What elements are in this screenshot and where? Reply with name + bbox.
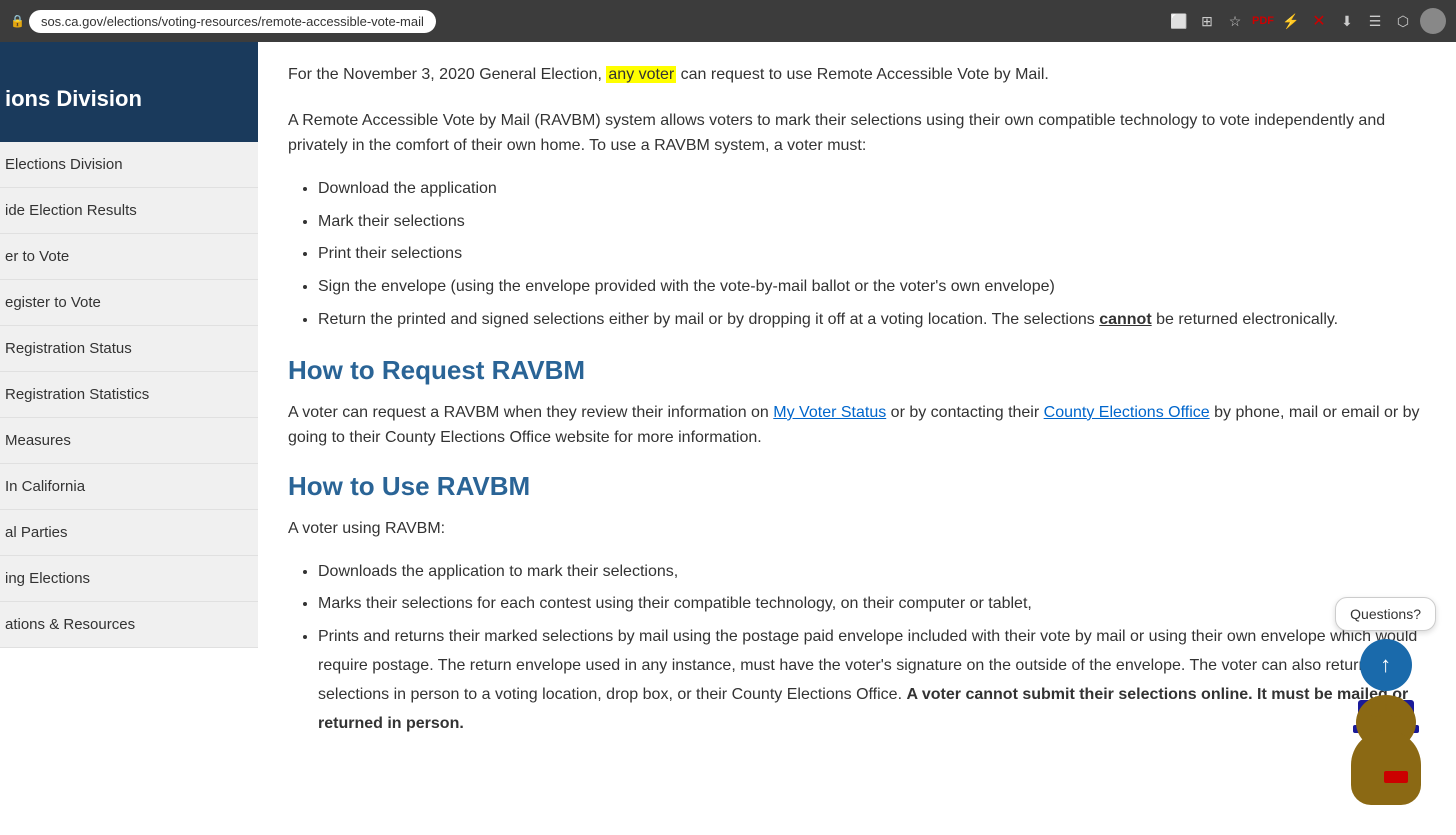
sidebar-header: ions Division — [0, 42, 258, 142]
bear-ear-right — [1386, 697, 1406, 717]
lock-icon: 🔒 — [10, 14, 25, 28]
x-icon[interactable]: ✕ — [1308, 10, 1330, 32]
sidebar-link-register-to-vote2[interactable]: egister to Vote — [0, 280, 258, 325]
chatbot-area: ↑ — [1341, 639, 1431, 805]
sidebar-item-register-to-vote2[interactable]: egister to Vote — [0, 280, 258, 326]
request-text-middle: or by contacting their — [886, 404, 1043, 421]
bullet-item-5: Return the printed and signed selections… — [318, 306, 1426, 335]
sidebar-link-measures[interactable]: Measures — [0, 418, 258, 463]
download-icon[interactable]: ⬇ — [1336, 10, 1358, 32]
sidebar-item-registration-statistics[interactable]: Registration Statistics — [0, 372, 258, 418]
highlighted-text: any voter — [606, 66, 676, 83]
bookmarks-icon[interactable]: ☰ — [1364, 10, 1386, 32]
use-intro: A voter using RAVBM: — [288, 516, 1426, 542]
screen-icon[interactable]: ⬜ — [1168, 10, 1190, 32]
bear-body — [1351, 730, 1421, 805]
bookmark-star-icon[interactable]: ☆ — [1224, 10, 1246, 32]
main-content: For the November 3, 2020 General Electio… — [258, 42, 1456, 835]
browser-toolbar: ⬜ ⊞ ☆ PDF ⚡ ✕ ⬇ ☰ ⬡ — [1168, 8, 1446, 34]
browser-chrome: 🔒 sos.ca.gov/elections/voting-resources/… — [0, 0, 1456, 42]
lightning-icon[interactable]: ⚡ — [1280, 10, 1302, 32]
browser-url[interactable]: sos.ca.gov/elections/voting-resources/re… — [29, 10, 436, 33]
sidebar-item-political-parties[interactable]: al Parties — [0, 510, 258, 556]
use-list: Downloads the application to mark their … — [318, 558, 1426, 739]
scroll-top-button[interactable]: ↑ — [1360, 639, 1412, 691]
bullet-item-1: Download the application — [318, 175, 1426, 204]
use-bullet-1: Downloads the application to mark their … — [318, 558, 1426, 587]
extension-icon[interactable]: ⬡ — [1392, 10, 1414, 32]
sidebar-item-registration-status[interactable]: Registration Status — [0, 326, 258, 372]
intro-text-after: can request to use Remote Accessible Vot… — [676, 66, 1049, 83]
page-layout: ions Division Elections Division ide Ele… — [0, 42, 1456, 835]
browser-lock: 🔒 sos.ca.gov/elections/voting-resources/… — [10, 10, 436, 33]
sidebar-item-measures[interactable]: Measures — [0, 418, 258, 464]
sidebar-item-register-to-vote[interactable]: er to Vote — [0, 234, 258, 280]
bear-bowtie — [1384, 771, 1408, 783]
bear-ear-left — [1366, 697, 1386, 717]
requirements-list: Download the application Mark their sele… — [318, 175, 1426, 335]
use-bullet-2: Marks their selections for each contest … — [318, 590, 1426, 619]
bullet-item-3: Print their selections — [318, 240, 1426, 269]
sidebar-item-in-california[interactable]: In California — [0, 464, 258, 510]
use-bullet-3: Prints and returns their marked selectio… — [318, 623, 1426, 738]
bear-mascot — [1341, 695, 1431, 805]
intro-text-before: For the November 3, 2020 General Electio… — [288, 66, 606, 83]
sidebar-link-political-parties[interactable]: al Parties — [0, 510, 258, 555]
sidebar-item-publications[interactable]: ations & Resources — [0, 602, 258, 648]
my-voter-status-link[interactable]: My Voter Status — [773, 404, 886, 421]
sidebar-link-publications[interactable]: ations & Resources — [0, 602, 258, 647]
sidebar-nav: Elections Division ide Election Results … — [0, 142, 258, 648]
apps-icon[interactable]: ⊞ — [1196, 10, 1218, 32]
sidebar-item-elections-division[interactable]: Elections Division — [0, 142, 258, 188]
county-elections-office-link[interactable]: County Elections Office — [1044, 404, 1210, 421]
sidebar: ions Division Elections Division ide Ele… — [0, 42, 258, 835]
sidebar-link-registration-statistics[interactable]: Registration Statistics — [0, 372, 258, 417]
chatbot-widget: Questions? ↑ — [1335, 597, 1436, 805]
cannot-text: cannot — [1099, 311, 1151, 328]
sidebar-item-election-results[interactable]: ide Election Results — [0, 188, 258, 234]
sidebar-link-election-results[interactable]: ide Election Results — [0, 188, 258, 233]
request-heading: How to Request RAVBM — [288, 355, 1426, 386]
request-text-before: A voter can request a RAVBM when they re… — [288, 404, 773, 421]
sidebar-link-elections-division[interactable]: Elections Division — [0, 142, 258, 187]
sidebar-link-registration-status[interactable]: Registration Status — [0, 326, 258, 371]
sidebar-link-register-to-vote[interactable]: er to Vote — [0, 234, 258, 279]
user-avatar[interactable] — [1420, 8, 1446, 34]
bold-conclusion: A voter cannot submit their selections o… — [318, 686, 1408, 732]
sidebar-link-upcoming-elections[interactable]: ing Elections — [0, 556, 258, 601]
sidebar-title: ions Division — [5, 86, 142, 112]
pdf-icon[interactable]: PDF — [1252, 10, 1274, 32]
bullet-item-2: Mark their selections — [318, 208, 1426, 237]
use-heading: How to Use RAVBM — [288, 471, 1426, 502]
scroll-top-arrow: ↑ — [1380, 652, 1391, 678]
request-paragraph: A voter can request a RAVBM when they re… — [288, 400, 1426, 451]
chatbot-bubble: Questions? — [1335, 597, 1436, 631]
bullet-item-4: Sign the envelope (using the envelope pr… — [318, 273, 1426, 302]
sidebar-item-upcoming-elections[interactable]: ing Elections — [0, 556, 258, 602]
system-paragraph: A Remote Accessible Vote by Mail (RAVBM)… — [288, 108, 1426, 159]
sidebar-link-in-california[interactable]: In California — [0, 464, 258, 509]
intro-paragraph: For the November 3, 2020 General Electio… — [288, 62, 1426, 88]
